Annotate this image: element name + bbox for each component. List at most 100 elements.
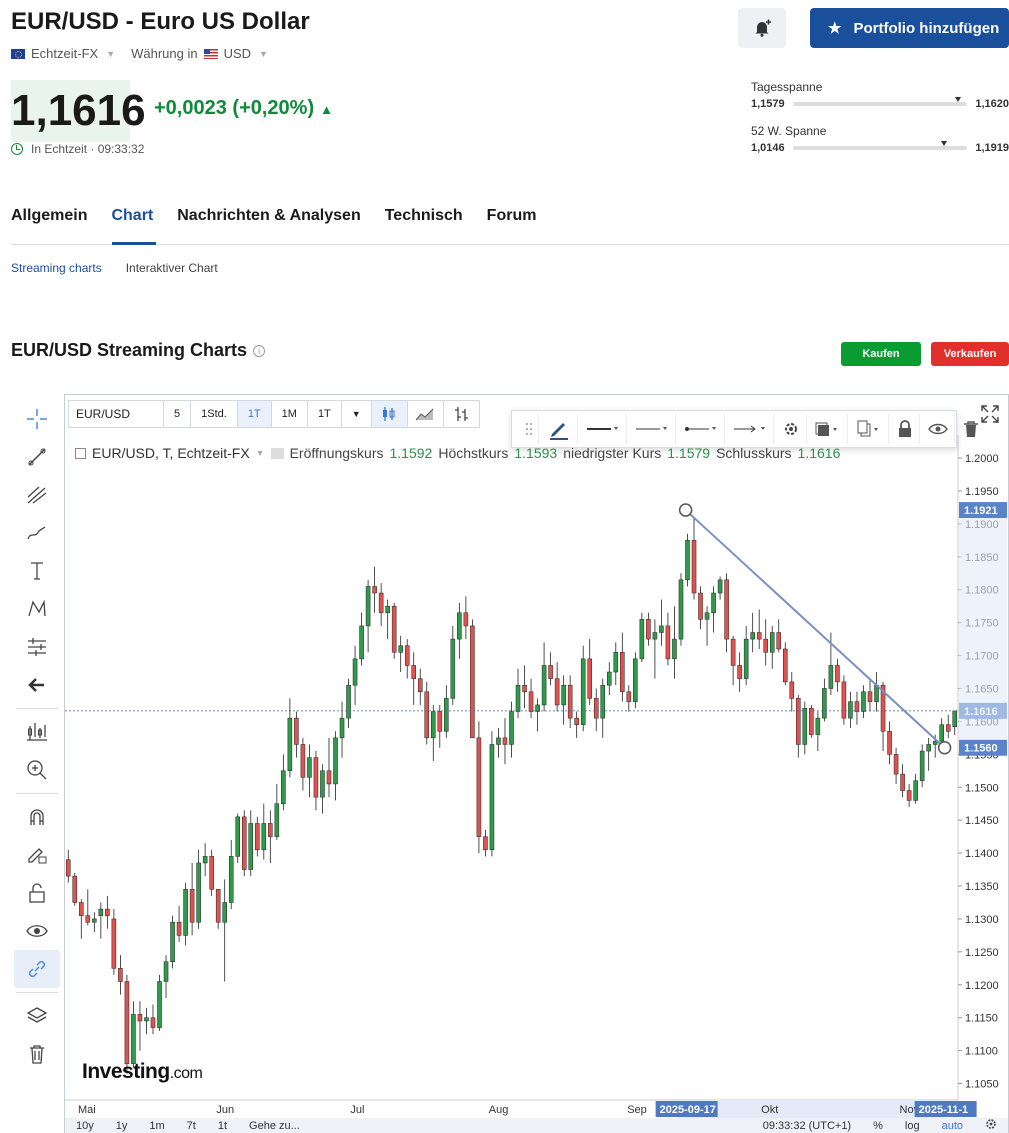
lock-drawings-tool[interactable]	[14, 836, 60, 874]
area-chart-button[interactable]	[407, 400, 444, 428]
interval-1d[interactable]: 1T	[237, 400, 272, 428]
price-range-highlight	[959, 518, 1007, 740]
range-1d[interactable]: 1t	[207, 1120, 238, 1132]
candle-body	[189, 889, 195, 923]
back-tool[interactable]	[14, 666, 60, 704]
currency-selector[interactable]: USD	[224, 46, 251, 61]
candle-body	[417, 678, 423, 693]
range-10y[interactable]: 10y	[65, 1120, 105, 1132]
candles-chart-button[interactable]	[371, 400, 408, 428]
candle-body	[600, 684, 606, 719]
candle-body	[215, 889, 221, 923]
price-chart[interactable]: 1.20001.19501.19001.18501.18001.17501.17…	[65, 435, 1008, 1118]
price-change: +0,0023 (+0,20%) ▲	[154, 97, 333, 120]
text-tool[interactable]	[14, 552, 60, 590]
interval-dropdown[interactable]: ▼	[341, 400, 372, 428]
candle-body	[861, 691, 866, 712]
line-style-button[interactable]	[629, 414, 676, 444]
pitchfork-tool[interactable]	[14, 476, 60, 514]
subtab-interactive-chart[interactable]: Interaktiver Chart	[126, 261, 218, 275]
candle-body	[848, 701, 853, 719]
tab-allgemein[interactable]: Allgemein	[11, 207, 87, 225]
auto-toggle[interactable]: auto	[931, 1120, 974, 1132]
pattern-icon	[28, 599, 46, 617]
instrument-title: EUR/USD - Euro US Dollar	[11, 8, 310, 35]
candle-body	[769, 632, 775, 653]
pattern-tool[interactable]	[14, 590, 60, 628]
candle-body	[776, 632, 782, 650]
drawing-settings-button[interactable]	[776, 414, 807, 444]
line-end-button[interactable]	[727, 414, 774, 444]
candle-body	[926, 744, 931, 752]
add-alert-button[interactable]	[738, 8, 786, 48]
brush-tool[interactable]	[14, 514, 60, 552]
fill-button[interactable]	[809, 414, 848, 444]
candle-body	[437, 711, 443, 732]
interval-1h[interactable]: 1Std.	[191, 400, 238, 428]
goto-date[interactable]: Gehe zu...	[238, 1120, 311, 1132]
candle-body	[809, 707, 814, 735]
interval-5[interactable]: 5	[164, 400, 192, 428]
chevron-down-icon[interactable]: ▼	[256, 448, 265, 458]
tab-forum[interactable]: Forum	[487, 207, 537, 225]
layers-tool[interactable]	[14, 997, 60, 1035]
range-1y[interactable]: 1y	[105, 1120, 139, 1132]
percent-toggle[interactable]: %	[862, 1120, 894, 1132]
delete-tool[interactable]	[14, 1035, 60, 1073]
unlock-tool[interactable]	[14, 874, 60, 912]
chevron-down-icon[interactable]: ▼	[259, 49, 268, 59]
trendline-tool[interactable]	[14, 438, 60, 476]
candle-body	[255, 823, 260, 851]
chart-toolbar: EUR/USD 5 1Std. 1T 1M 1T ▼	[68, 399, 480, 429]
collapse-legend-icon[interactable]	[75, 447, 86, 459]
candle-body	[352, 658, 358, 686]
clone-button[interactable]	[850, 414, 889, 444]
subtab-streaming-charts[interactable]: Streaming charts	[11, 261, 102, 275]
tab-news[interactable]: Nachrichten & Analysen	[177, 207, 360, 225]
lock-drawing-button[interactable]	[891, 414, 920, 444]
log-toggle[interactable]: log	[894, 1120, 931, 1132]
candle-body	[241, 816, 247, 870]
delete-drawing-button[interactable]	[957, 414, 985, 444]
sync-tool[interactable]	[14, 950, 60, 988]
line-color-button[interactable]	[541, 414, 578, 444]
interval-custom[interactable]: 1T	[307, 400, 342, 428]
pencil-icon	[550, 423, 568, 440]
tab-technical[interactable]: Technisch	[385, 207, 463, 225]
magnet-tool[interactable]	[14, 798, 60, 836]
candle-body	[85, 915, 91, 923]
feed-selector[interactable]: Echtzeit-FX	[31, 46, 98, 61]
symbol-search[interactable]: EUR/USD	[68, 400, 164, 428]
trendline-handle-end[interactable]	[937, 740, 952, 755]
chart-settings-button[interactable]	[974, 1118, 1008, 1133]
ruler-icon	[28, 638, 46, 656]
sell-button[interactable]: Verkaufen	[931, 342, 1009, 366]
buy-button[interactable]: Kaufen	[841, 342, 921, 366]
candle-body	[646, 619, 651, 640]
bell-plus-icon	[755, 19, 771, 37]
candle-body	[548, 665, 553, 679]
drag-handle[interactable]	[520, 414, 539, 444]
candle-body	[320, 770, 325, 798]
visibility-tool[interactable]	[14, 912, 60, 950]
candle-body	[659, 625, 664, 633]
chevron-down-icon[interactable]: ▼	[106, 49, 115, 59]
range-7d[interactable]: 7t	[176, 1120, 207, 1132]
interval-1m[interactable]: 1M	[271, 400, 308, 428]
zoom-tool[interactable]	[14, 751, 60, 789]
add-portfolio-button[interactable]: ★ Portfolio hinzufügen	[810, 8, 1009, 48]
hide-drawing-button[interactable]	[922, 414, 955, 444]
candle-body	[150, 1017, 156, 1028]
line-start-button[interactable]	[678, 414, 725, 444]
measure-tool[interactable]	[14, 628, 60, 666]
crosshair-tool[interactable]	[14, 400, 60, 438]
tab-chart[interactable]: Chart	[111, 207, 153, 225]
settings-icon[interactable]	[270, 447, 284, 459]
star-icon: ★	[828, 20, 842, 37]
bars-chart-button[interactable]	[443, 400, 480, 428]
range-1m[interactable]: 1m	[138, 1120, 175, 1132]
info-icon[interactable]: i	[253, 345, 266, 358]
trendline-handle-start[interactable]	[678, 503, 693, 517]
line-width-button[interactable]	[580, 414, 627, 444]
indicators-tool[interactable]	[14, 713, 60, 751]
